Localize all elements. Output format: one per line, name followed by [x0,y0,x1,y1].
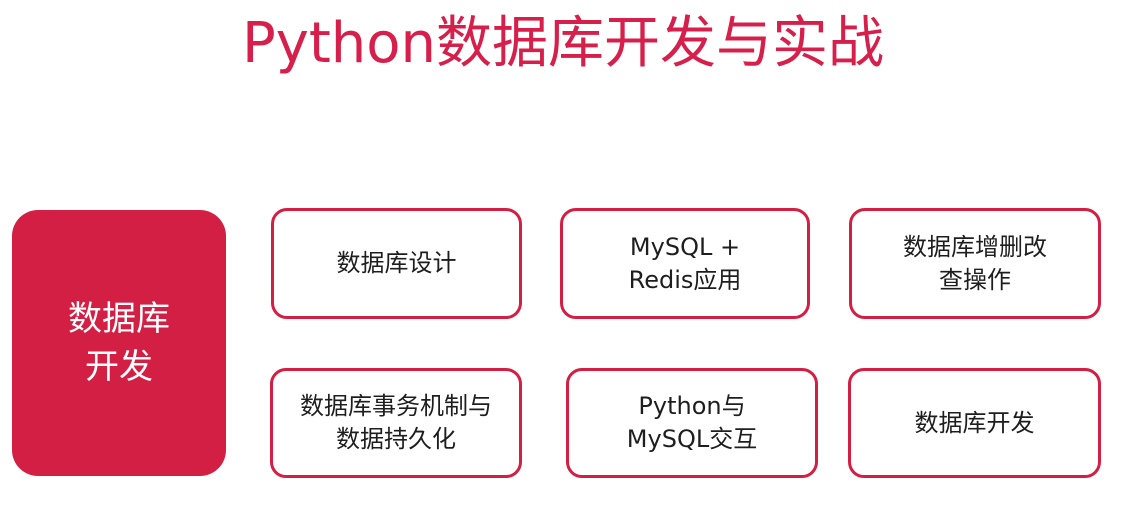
topic-card-database-design: 数据库设计 [271,208,522,319]
page-title: Python数据库开发与实战 [241,11,885,76]
topic-card-python-mysql: Python与 MySQL交互 [566,368,818,478]
topic-card-database-development: 数据库开发 [848,368,1101,478]
topic-card-label: 数据库设计 [336,249,457,277]
topic-card-transactions-persistence: 数据库事务机制与 数据持久化 [270,368,522,478]
topic-card-label: 数据库增删改 查操作 [903,232,1047,294]
hub-node-label: 数据库 开发 [68,299,170,387]
topic-card-crud-operations: 数据库增删改 查操作 [849,208,1101,319]
topic-card-mysql-redis: MySQL + Redis应用 [560,208,810,319]
topic-card-label: 数据库开发 [914,408,1035,437]
topic-card-label: Python与 MySQL交互 [626,392,758,453]
topic-card-label: 数据库事务机制与 数据持久化 [300,392,492,453]
topic-card-label: MySQL + Redis应用 [628,232,742,294]
hub-node-database-development: 数据库 开发 [12,210,226,476]
